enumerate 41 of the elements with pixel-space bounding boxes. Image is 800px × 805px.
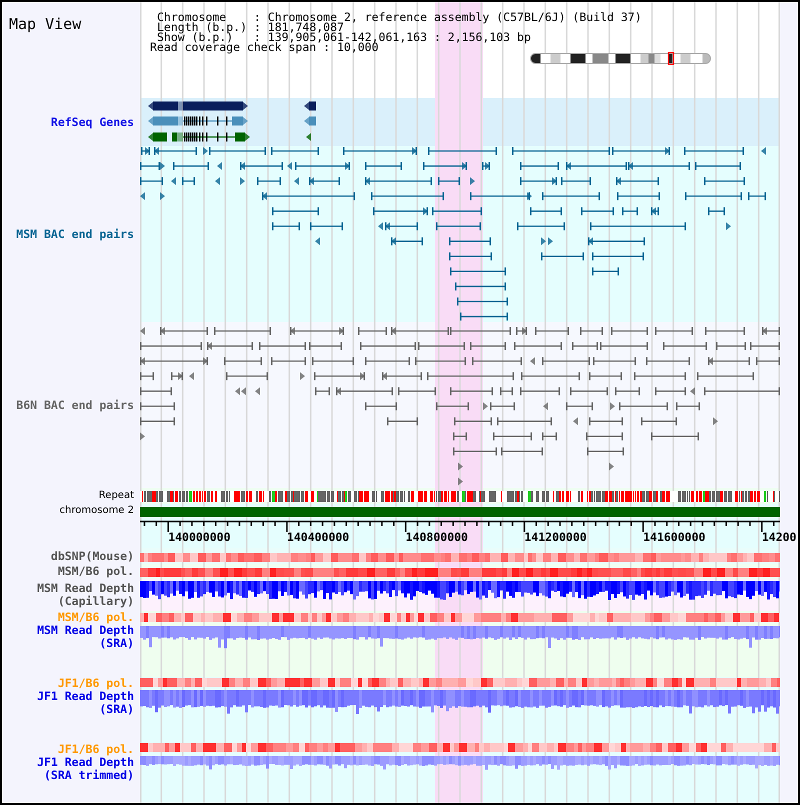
info-value: 139,905,061-142,061,163 : 2,156,103 bp bbox=[268, 32, 531, 42]
info-label: Chromosome bbox=[157, 12, 226, 22]
position-label: 140000000 bbox=[168, 531, 230, 544]
track-sublabel: (Capillary) bbox=[58, 595, 134, 608]
track-label: JF1/B6 pol. bbox=[58, 742, 134, 756]
info-label: Show (b.p.) bbox=[157, 32, 234, 42]
gene-model bbox=[304, 116, 316, 126]
track-label: dbSNP(Mouse) bbox=[50, 550, 134, 562]
position-label: 140800000 bbox=[406, 531, 468, 544]
track-label: MSM/B6 pol. bbox=[58, 611, 134, 624]
track-label: MSM/B6 pol. bbox=[58, 565, 134, 578]
info-separator: : bbox=[323, 42, 330, 52]
track-label: RefSeq Genes bbox=[50, 116, 134, 128]
info-separator: : bbox=[254, 12, 261, 22]
track-label: JF1 Read Depth bbox=[37, 690, 134, 703]
track-sublabel: (SRA) bbox=[99, 637, 134, 650]
track-label: MSM Read Depth bbox=[37, 624, 134, 637]
track-label: JF1/B6 pol. bbox=[58, 677, 134, 690]
track-label: Repeat bbox=[98, 490, 134, 502]
track-label: JF1 Read Depth bbox=[37, 756, 134, 769]
info-separator: : bbox=[254, 32, 261, 42]
info-value: 181,748,087 bbox=[268, 22, 344, 32]
track-label: MSM Read Depth bbox=[37, 582, 134, 595]
info-value: 10,000 bbox=[336, 42, 378, 52]
position-label: 141200000 bbox=[524, 531, 587, 544]
position-label: 141600000 bbox=[643, 531, 706, 544]
gene-model bbox=[306, 133, 311, 141]
info-value: Chromosome 2, reference assembly (C57BL/6J) (Build 37) bbox=[268, 12, 642, 22]
info-label: Length (b.p.) bbox=[157, 22, 248, 32]
view-position-marker bbox=[668, 52, 674, 65]
info-separator: : bbox=[254, 22, 261, 32]
info-label: Read coverage check span bbox=[150, 42, 316, 52]
track-label: MSM BAC end pairs bbox=[16, 228, 134, 240]
gene-model bbox=[304, 102, 316, 110]
position-label: 140400000 bbox=[286, 531, 350, 544]
track-sublabel: (SRA trimmed) bbox=[44, 769, 134, 782]
page-title: Map View bbox=[9, 15, 82, 33]
track-label: chromosome 2 bbox=[60, 505, 134, 517]
track-sublabel: (SRA) bbox=[99, 703, 134, 716]
track-label: B6N BAC end pairs bbox=[16, 398, 134, 412]
position-label: 14200 bbox=[762, 531, 796, 544]
